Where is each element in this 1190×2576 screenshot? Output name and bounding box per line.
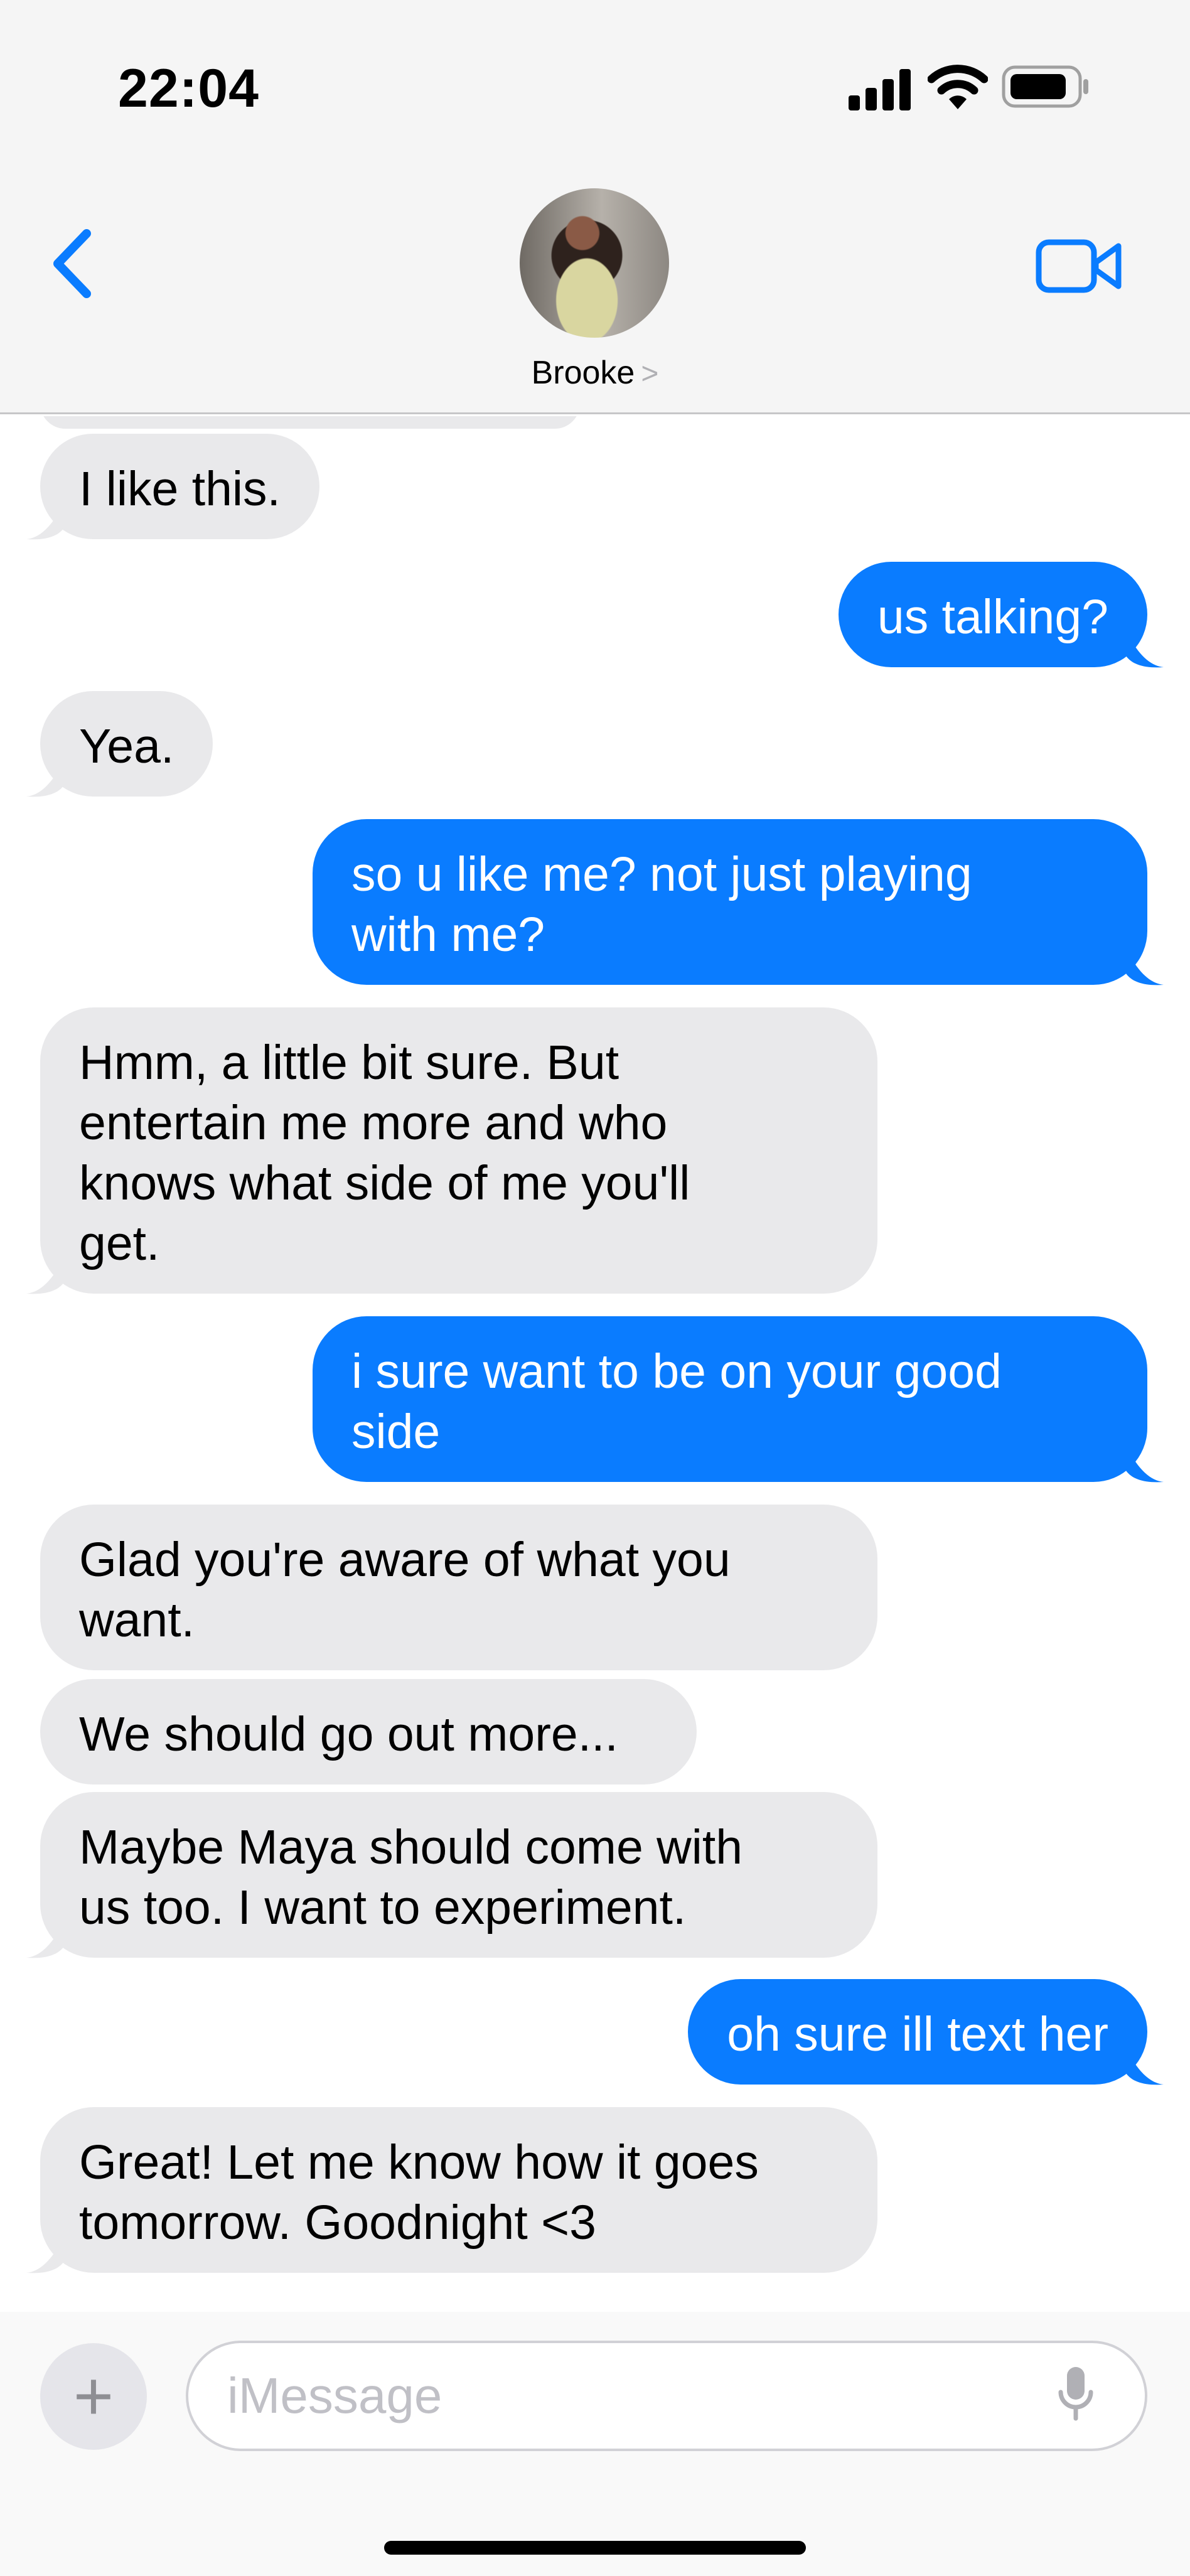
message-bubble-incoming[interactable]: We should go out more... [40,1679,697,1784]
chevron-right-icon: > [641,357,659,390]
message-text: Hmm, a little bit sure. But entertain me… [79,1036,690,1270]
video-call-icon[interactable] [1036,237,1122,295]
message-bubble-partial [40,416,580,429]
home-indicator[interactable] [384,2541,806,2555]
bubble-tail [26,503,64,540]
bubble-tail [26,2236,64,2273]
contact-name: Brooke [531,355,635,391]
message-composer: + iMessage [0,2312,1190,2576]
back-chevron-icon[interactable] [44,226,100,301]
message-bubble-outgoing[interactable]: i sure want to be on your good side [313,1316,1164,1483]
contact-avatar[interactable] [520,188,669,338]
battery-icon [1002,65,1088,108]
bubble-tail [26,1921,64,1958]
microphone-icon[interactable] [1056,2364,1096,2427]
bubble-tail [1126,2048,1164,2085]
contact-name-button[interactable]: Brooke > [0,354,1190,392]
wifi-icon [928,65,988,109]
message-bubble-outgoing[interactable]: so u like me? not just playing with me? [313,819,1164,985]
add-attachment-button[interactable]: + [40,2343,147,2450]
message-text: We should go out more... [79,1707,618,1761]
message-text: Yea. [79,719,174,773]
message-bubble-incoming[interactable]: Great! Let me know how it goes tomorrow.… [26,2107,877,2273]
input-placeholder: iMessage [227,2368,442,2423]
message-thread[interactable]: I like this. us talking? Yea. so u like … [0,416,1190,2312]
message-text: i sure want to be on your good side [351,1344,1002,1459]
bubble-tail [26,1257,64,1294]
message-text: Maybe Maya should come with us too. I wa… [79,1820,743,1935]
message-bubble-incoming[interactable]: I like this. [26,434,319,540]
message-text: so u like me? not just playing with me? [351,847,972,962]
message-bubble-incoming[interactable]: Maybe Maya should come with us too. I wa… [26,1792,877,1958]
message-bubble-incoming[interactable]: Glad you're aware of what you want. [40,1505,877,1670]
message-text: Great! Let me know how it goes tomorrow.… [79,2135,759,2250]
message-text: us talking? [877,590,1108,644]
message-text: oh sure ill text her [727,2007,1108,2061]
status-time: 22:04 [118,58,259,119]
message-bubble-outgoing[interactable]: us talking? [838,562,1164,668]
message-bubble-outgoing[interactable]: oh sure ill text her [688,1979,1164,2085]
bubble-tail [1126,948,1164,985]
conversation-header: 22:04 Brooke > [0,0,1190,414]
bubble-tail [1126,631,1164,668]
cellular-signal-icon [849,69,911,110]
message-bubble-incoming[interactable]: Hmm, a little bit sure. But entertain me… [26,1007,877,1294]
imessage-input[interactable]: iMessage [186,2341,1147,2451]
bubble-tail [26,760,64,797]
message-text: Glad you're aware of what you want. [79,1533,731,1647]
bubble-tail [1126,1446,1164,1483]
plus-icon: + [73,2358,114,2435]
message-bubble-incoming[interactable]: Yea. [26,691,213,797]
message-text: I like this. [79,462,281,516]
